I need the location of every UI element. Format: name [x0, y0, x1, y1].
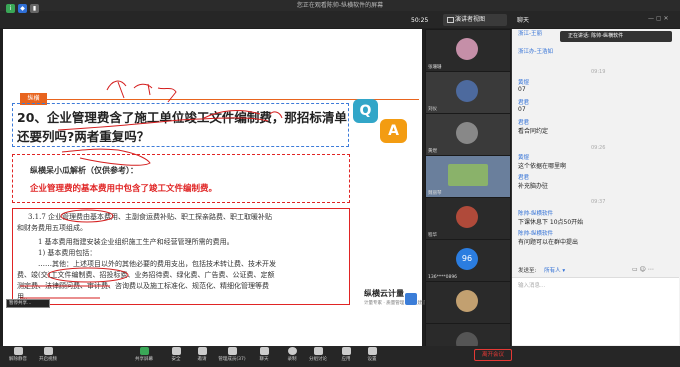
- chat-sender: 黄煜: [518, 155, 530, 161]
- participants-button[interactable]: 管理成员(37): [214, 347, 250, 362]
- annotation-scribble: [106, 80, 177, 103]
- chat-timestamp: 09:19: [591, 69, 606, 75]
- chat-sender: 浙江-王丽: [518, 31, 542, 37]
- chat-text: 有问题可以在群中提出: [518, 239, 579, 246]
- participant-name: 程华: [428, 233, 437, 238]
- chat-text: 07: [518, 106, 526, 113]
- settings-button[interactable]: 设置: [358, 347, 386, 362]
- send-to-label: 发送至:: [518, 268, 537, 274]
- annotation-scribble: [57, 117, 269, 166]
- chat-message: 君君 07: [518, 98, 529, 113]
- chat-message: 浙江-王丽: [518, 29, 542, 37]
- chat-sender: 陈帅-纵横软件: [518, 231, 553, 237]
- avatar: [456, 206, 478, 228]
- participant-tile[interactable]: 张珊珊: [426, 30, 510, 71]
- chevron-down-icon: ▾: [562, 268, 566, 274]
- toolbar-label: 邀请: [197, 357, 207, 362]
- apps-icon: [341, 347, 351, 355]
- apps-button[interactable]: 应用: [332, 347, 360, 362]
- avatar: [448, 164, 488, 186]
- security-button[interactable]: 安全: [162, 347, 190, 362]
- chat-message: 陈帅-纵横软件有问题可以在群中提出: [518, 229, 578, 246]
- participant-tile[interactable]: 刘仪: [426, 72, 510, 113]
- avatar: [456, 80, 478, 102]
- chat-timestamp: 09:26: [591, 145, 606, 151]
- participant-tile[interactable]: 程华: [426, 198, 510, 239]
- avatar: 96: [456, 248, 478, 270]
- chat-icon: [259, 347, 269, 355]
- chat-message: 君君 看合同约定: [518, 118, 548, 135]
- toolbar-label: 管理成员(37): [218, 357, 246, 362]
- participant-name: 黄煜: [428, 149, 437, 154]
- toolbar-label: 设置: [367, 357, 377, 362]
- invite-button[interactable]: 邀请: [188, 347, 216, 362]
- speaker-indicator: 正在讲话: 陈帅-纵横软件: [560, 31, 672, 42]
- avatar: [456, 38, 478, 60]
- chat-button[interactable]: 聊天: [250, 347, 278, 362]
- toolbar-label: 录制: [287, 357, 297, 362]
- breakout-icon: [313, 347, 323, 355]
- share-screen-button[interactable]: 共享屏幕: [130, 347, 158, 362]
- send-to-select[interactable]: 所有人: [544, 268, 561, 274]
- share-icon: [139, 347, 149, 355]
- annotation-scribble: [20, 285, 110, 299]
- participant-name: 刘仪: [428, 107, 437, 112]
- participant-name: 张珊珊: [428, 65, 442, 70]
- chat-tools-icons[interactable]: ▭ ☺ ⋯: [632, 266, 654, 273]
- participant-tile[interactable]: [426, 282, 510, 323]
- annotation-circle: [47, 267, 129, 283]
- annotation-circle: [60, 209, 114, 223]
- chat-message: 黄煜 07: [518, 78, 529, 93]
- chat-message: 黄煜这个依据在哪里啊: [518, 153, 566, 170]
- toolbar-label: 聊天: [259, 357, 269, 362]
- chat-text: 下课休息下 10点50开始: [518, 219, 584, 226]
- chat-text: 这个依据在哪里啊: [518, 163, 567, 170]
- send-to-row: 发送至: 所有人 ▾: [518, 266, 565, 274]
- chat-sender: 黄煜: [518, 80, 530, 86]
- chat-input-placeholder: 输入消息…: [518, 283, 546, 289]
- chat-sender: 陈帅-纵横软件: [518, 211, 553, 217]
- breakout-button[interactable]: 分组讨论: [304, 347, 332, 362]
- gear-icon: [367, 347, 377, 355]
- chat-message: 浙江办-王浩如: [518, 47, 553, 55]
- chat-sender: 君君: [518, 175, 530, 181]
- toolbar-label: 解除静音: [9, 357, 27, 362]
- chat-text: 07: [518, 86, 526, 93]
- chat-sender: 君君: [518, 100, 530, 106]
- microphone-icon: [13, 347, 23, 355]
- toolbar-label: 分组讨论: [309, 357, 327, 362]
- toolbar-label: 应用: [341, 357, 351, 362]
- participant-name: 魏丽琴: [428, 191, 442, 196]
- leave-meeting-button[interactable]: 离开会议: [474, 349, 512, 361]
- camera-icon: [43, 347, 53, 355]
- chat-text: 补充脑办驻: [518, 183, 549, 190]
- toolbar-label: 开启视频: [39, 357, 57, 362]
- invite-icon: [197, 347, 207, 355]
- participant-name: 136****0896: [428, 275, 458, 280]
- chat-sender: 浙江办-王浩如: [518, 49, 553, 55]
- participant-tile[interactable]: 魏丽琴: [426, 156, 510, 197]
- annotation-scribble: [203, 110, 283, 119]
- toolbar-label: 共享屏幕: [135, 357, 153, 362]
- avatar: [456, 290, 478, 312]
- chat-sender: 君君: [518, 120, 530, 126]
- avatar: [456, 122, 478, 144]
- chat-message: 陈帅-纵横软件下课休息下 10点50开始: [518, 209, 583, 226]
- people-icon: [227, 347, 237, 355]
- video-gallery: 张珊珊 刘仪 黄煜 魏丽琴 程华 96 136****0896 韩跃龙老师: [425, 29, 511, 365]
- chat-text: 看合同约定: [518, 128, 549, 135]
- participant-tile[interactable]: 黄煜: [426, 114, 510, 155]
- chat-timestamp: 09:37: [591, 199, 606, 205]
- record-icon: [287, 347, 297, 355]
- chat-message: 君君 补充脑办驻: [518, 173, 548, 190]
- mute-button[interactable]: 解除静音: [4, 347, 32, 362]
- shield-icon: [171, 347, 181, 355]
- participant-tile[interactable]: 96 136****0896: [426, 240, 510, 281]
- record-button[interactable]: 录制: [278, 347, 306, 362]
- video-button[interactable]: 开启视频: [34, 347, 62, 362]
- toolbar-label: 安全: [171, 357, 181, 362]
